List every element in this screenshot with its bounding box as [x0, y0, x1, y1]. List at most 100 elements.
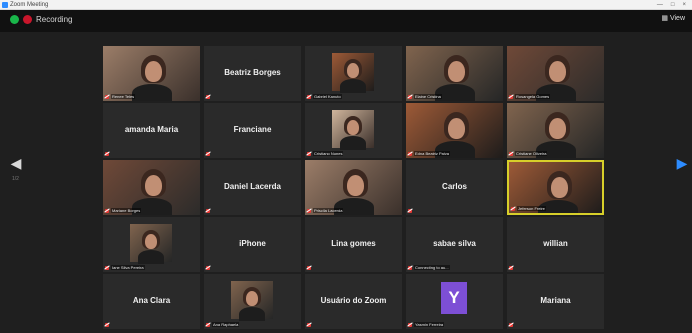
- muted-microphone-icon: [105, 152, 109, 156]
- recording-icon: [23, 15, 32, 24]
- participant-tile[interactable]: Cristiane Oliveira: [507, 103, 604, 158]
- muted-microphone-icon: [408, 152, 412, 156]
- minimize-icon[interactable]: —: [657, 2, 663, 8]
- participant-video: [406, 46, 503, 101]
- muted-microphone-icon: [307, 95, 311, 99]
- participant-display-name: willian: [543, 239, 568, 248]
- participant-tile[interactable]: Edna Beatriz Paiva: [406, 103, 503, 158]
- participant-tile[interactable]: Daniel Lacerda: [204, 160, 301, 215]
- previous-page-arrow-icon[interactable]: ◀: [10, 148, 22, 178]
- muted-microphone-icon: [206, 323, 210, 327]
- participant-display-name: Carlos: [442, 182, 467, 191]
- participant-tile[interactable]: Mariane Borges: [103, 160, 200, 215]
- muted-microphone-icon: [509, 266, 513, 270]
- muted-microphone-icon: [307, 266, 311, 270]
- muted-microphone-icon: [408, 95, 412, 99]
- participant-name-label: Iane Silva Pereira: [111, 265, 145, 270]
- muted-microphone-icon: [105, 323, 109, 327]
- window-title: Zoom Meeting: [10, 2, 49, 8]
- muted-microphone-icon: [307, 209, 311, 213]
- participant-tile[interactable]: Franciane: [204, 103, 301, 158]
- participant-display-name: Usuário do Zoom: [320, 296, 387, 305]
- participant-name-label: Ana Raphaela: [212, 322, 240, 327]
- muted-microphone-icon: [206, 209, 210, 213]
- muted-microphone-icon: [408, 266, 412, 270]
- participant-tile[interactable]: Jeferson Freire: [507, 160, 604, 215]
- participant-tile[interactable]: Cristiano Nunes: [305, 103, 402, 158]
- muted-microphone-icon: [105, 266, 109, 270]
- participant-name-label: Mariane Borges: [111, 208, 142, 213]
- participant-avatar: Y: [441, 282, 467, 314]
- participant-name-label: Gabriel Kanuto: [313, 94, 342, 99]
- participant-video: [332, 110, 374, 150]
- muted-microphone-icon: [307, 323, 311, 327]
- next-page-arrow-icon[interactable]: ▶: [676, 148, 688, 178]
- participant-name-label: Cristiane Oliveira: [515, 151, 548, 156]
- muted-microphone-icon: [408, 323, 412, 327]
- participant-tile[interactable]: Lina gomes: [305, 217, 402, 272]
- view-button[interactable]: ▦ View: [661, 14, 685, 23]
- participant-display-name: sabae silva: [433, 239, 476, 248]
- participant-name-label: Rosangela Gomes: [515, 94, 551, 99]
- participant-name-label: Renee Teles: [111, 94, 136, 99]
- participant-display-name: Lina gomes: [331, 239, 376, 248]
- participant-tile[interactable]: Ana Raphaela: [204, 274, 301, 329]
- muted-microphone-icon: [206, 266, 210, 270]
- participant-video: [507, 46, 604, 101]
- zoom-app-icon: [2, 2, 8, 8]
- participant-tile[interactable]: Beatriz Borges: [204, 46, 301, 101]
- muted-microphone-icon: [509, 95, 513, 99]
- participant-tiles: Renee Teles Beatriz Borges Gabriel Kanuto E…: [103, 46, 604, 333]
- participant-name-label: Yasmin Ferreira: [414, 322, 445, 327]
- participant-display-name: Franciane: [233, 125, 272, 134]
- participant-tile[interactable]: Iane Silva Pereira: [103, 217, 200, 272]
- muted-microphone-icon: [105, 95, 109, 99]
- window-titlebar: Zoom Meeting — □ ×: [0, 0, 692, 10]
- participant-video: [332, 53, 374, 93]
- participant-video: [130, 224, 172, 264]
- participant-display-name: iPhone: [239, 239, 266, 248]
- participant-video: [103, 160, 200, 215]
- participant-tile[interactable]: amanda Maria: [103, 103, 200, 158]
- participant-name-label: Priscila Lacerda: [313, 208, 344, 213]
- muted-microphone-icon: [206, 95, 210, 99]
- maximize-icon[interactable]: □: [671, 2, 675, 8]
- close-icon[interactable]: ×: [682, 2, 686, 8]
- recording-label: Recording: [36, 15, 73, 24]
- participant-video: [103, 46, 200, 101]
- meeting-status: Recording: [10, 15, 72, 24]
- participant-display-name: Beatriz Borges: [224, 68, 281, 77]
- participant-tile[interactable]: Renee Teles: [103, 46, 200, 101]
- muted-microphone-icon: [509, 152, 513, 156]
- participant-tile[interactable]: sabae silva Connecting to au...: [406, 217, 503, 272]
- window-controls: — □ ×: [657, 0, 686, 10]
- participant-display-name: Mariana: [540, 296, 571, 305]
- muted-microphone-icon: [307, 152, 311, 156]
- view-label: View: [669, 14, 685, 22]
- participant-tile[interactable]: iPhone: [204, 217, 301, 272]
- page-indicator: 1/2: [12, 176, 19, 182]
- participant-name-label: Connecting to au...: [414, 265, 450, 270]
- participant-tile[interactable]: Elaine Cristina: [406, 46, 503, 101]
- zoom-meeting-window: Zoom Meeting — □ × Recording ▦ View ◀ 1/…: [0, 0, 692, 333]
- participant-display-name: Ana Clara: [132, 296, 171, 305]
- muted-microphone-icon: [105, 209, 109, 213]
- participant-video: [305, 160, 402, 215]
- participant-name-label: Jeferson Freire: [517, 206, 546, 211]
- muted-microphone-icon: [408, 209, 412, 213]
- participant-tile[interactable]: Mariana: [507, 274, 604, 329]
- muted-microphone-icon: [511, 207, 515, 211]
- participant-tile[interactable]: Priscila Lacerda: [305, 160, 402, 215]
- security-shield-icon[interactable]: [10, 15, 19, 24]
- participant-tile[interactable]: Gabriel Kanuto: [305, 46, 402, 101]
- participant-tile[interactable]: Y Yasmin Ferreira: [406, 274, 503, 329]
- participant-display-name: amanda Maria: [124, 125, 179, 134]
- participant-tile[interactable]: Usuário do Zoom: [305, 274, 402, 329]
- participant-tile[interactable]: Ana Clara: [103, 274, 200, 329]
- grid-view-icon: ▦: [661, 15, 668, 22]
- participant-tile[interactable]: Rosangela Gomes: [507, 46, 604, 101]
- participant-video: [507, 103, 604, 158]
- participant-name-label: Edna Beatriz Paiva: [414, 151, 451, 156]
- participant-tile[interactable]: willian: [507, 217, 604, 272]
- participant-tile[interactable]: Carlos: [406, 160, 503, 215]
